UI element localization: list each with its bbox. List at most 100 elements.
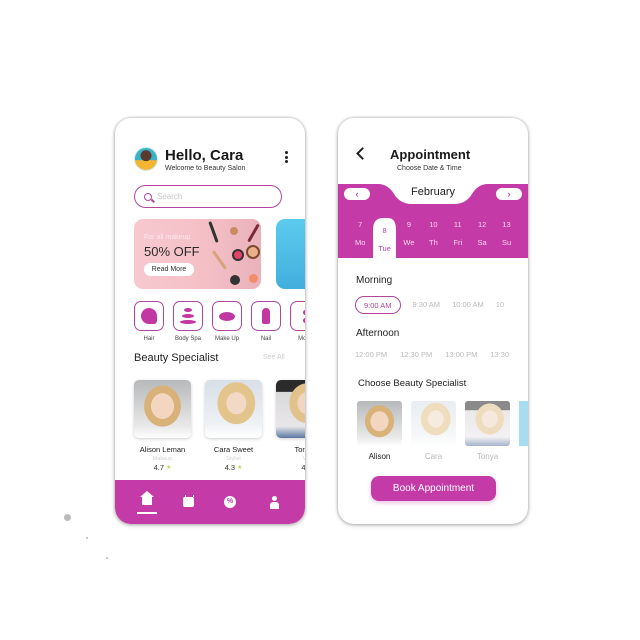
section-title: Beauty Specialist [134,352,219,364]
specialist-role: V [302,456,305,462]
specialist-name: Alison [368,452,391,461]
day-number: 13 [502,220,511,229]
nav-offers[interactable]: % [220,492,240,512]
nav-profile[interactable] [264,492,284,512]
decorative-speck [64,514,71,521]
day-number: 7 [358,220,363,229]
specialist-name: Alison Leman [139,445,186,454]
day-number: 11 [453,220,462,229]
specialist-photo [134,380,191,438]
day-of-week: Su [501,238,512,247]
compact-image [230,275,240,285]
promo-banner-next[interactable] [276,219,305,289]
day-item[interactable]: 11 Fri [446,218,470,253]
more-options-icon[interactable] [283,150,289,164]
specialist-photo [276,380,305,438]
specialist-card[interactable]: Tonya V 4. [276,380,305,472]
category-hair[interactable]: Hair [134,301,164,342]
spa-stones-icon [180,308,196,324]
category-body-spa[interactable]: Body Spa [173,301,203,342]
day-item[interactable]: 10 Th [421,218,445,253]
specialist-option[interactable] [519,401,528,461]
day-of-week: Th [428,238,438,247]
choose-specialist-label: Choose Beauty Specialist [358,378,467,389]
specialist-rating: 4.7 ★ [154,463,172,472]
category-make-up[interactable]: Make Up [212,301,242,342]
promo-headline: 50% OFF [144,244,200,259]
afternoon-label: Afternoon [356,328,400,339]
day-number: 10 [429,220,438,229]
nav-calendar[interactable] [178,492,198,512]
specialist-name: Cara Sweet [213,445,254,454]
prev-month-button[interactable]: ‹ [344,188,370,200]
back-arrow-icon[interactable] [356,147,369,160]
day-item[interactable]: 13 Su [494,218,518,253]
time-slot[interactable]: 12:30 PM [400,346,432,364]
powder-image [249,274,258,283]
specialist-option[interactable]: Cara [411,401,456,461]
user-avatar[interactable] [134,147,158,171]
time-slot[interactable]: 10:00 AM [452,296,484,314]
month-label: February [410,186,456,198]
day-item[interactable]: 9 We [397,218,421,253]
next-month-button[interactable]: › [496,188,522,200]
more-icon [297,308,305,324]
day-of-week: Sa [477,238,487,247]
time-slot[interactable]: 13:30 [490,346,509,364]
category-label: More [298,336,305,342]
user-icon [269,495,279,509]
lipstick-image [230,227,238,235]
time-slot-selected[interactable]: 9:00 AM [355,296,401,314]
rating-value: 4. [301,463,305,472]
search-bar[interactable] [134,185,282,208]
category-more[interactable]: More [290,301,305,342]
time-slot[interactable]: 13:00 PM [445,346,477,364]
category-nail[interactable]: Nail [251,301,281,342]
home-screen: Hello, Cara Welcome to Beauty Salon For … [115,118,305,524]
promo-banner[interactable]: For all makeup 50% OFF Read More [134,219,261,289]
makeup-brush-image [211,250,228,270]
time-slot[interactable]: 9:30 AM [413,296,441,314]
compact-image [232,249,244,261]
makeup-brush-image [208,221,219,243]
morning-label: Morning [356,275,393,286]
hair-icon [141,308,157,324]
star-icon: ★ [237,465,243,471]
category-label: Nail [260,336,272,342]
category-label: Body Spa [174,336,202,342]
specialist-option[interactable]: Tonya [465,401,510,461]
specialist-photo [465,401,510,446]
nav-home[interactable] [137,491,157,512]
powder-image [246,245,260,259]
promo-kicker: For all makeup [144,234,191,241]
day-item-selected[interactable]: 8 Tue [372,218,396,253]
specialist-card[interactable]: Cara Sweet Stylist 4.3 ★ [205,380,262,472]
search-input[interactable] [157,192,267,201]
day-item[interactable]: 12 Sa [470,218,494,253]
specialist-name: Tonya [294,445,305,454]
calendar-icon [182,495,194,507]
greeting-title: Hello, Cara [165,147,244,164]
category-label: Make Up [214,336,239,342]
rating-value: 4.3 [224,463,236,472]
appointment-screen: Appointment Choose Date & Time ‹ Februar… [338,118,528,524]
day-item[interactable]: 7 Mo [348,218,372,253]
specialist-name: Cara [424,452,443,461]
time-slot[interactable]: 10 [496,296,504,314]
nail-icon [262,308,270,324]
read-more-button[interactable]: Read More [144,263,194,276]
lips-icon [219,311,235,321]
specialist-option-selected[interactable]: Alison [357,401,402,461]
see-all-link[interactable]: See All [263,354,285,361]
decorative-speck [106,557,108,559]
time-slot[interactable]: 12:00 PM [355,346,387,364]
discount-icon: % [224,496,236,508]
specialist-role: Stylist [226,456,241,462]
specialist-photo [357,401,402,446]
specialist-card[interactable]: Alison Leman Makeup 4.7 ★ [134,380,191,472]
book-appointment-button[interactable]: Book Appointment [371,476,496,501]
search-icon [144,192,152,201]
category-label: Hair [143,336,155,342]
day-of-week: Tue [378,244,391,253]
page-subtitle: Choose Date & Time [397,165,462,172]
